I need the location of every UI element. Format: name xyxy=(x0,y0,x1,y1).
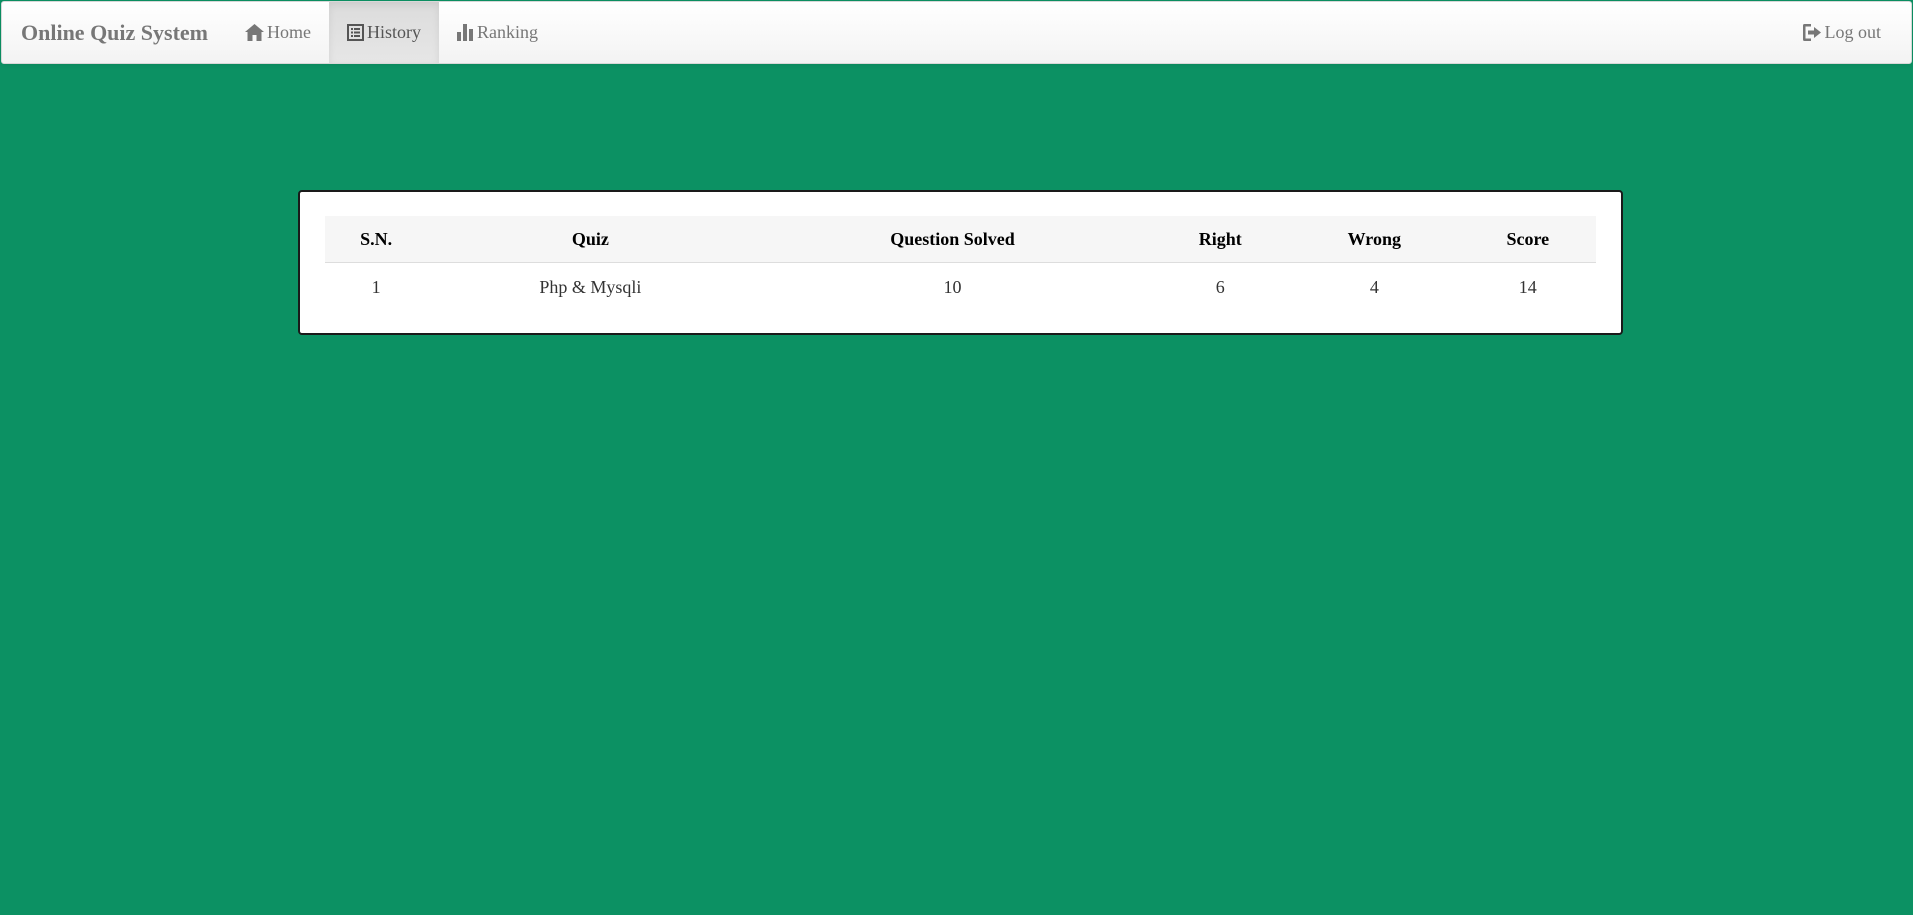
nav-item-home[interactable]: Home xyxy=(227,2,329,63)
nav-menu: Home History Ranking xyxy=(227,2,556,63)
nav-item-history[interactable]: History xyxy=(329,2,440,63)
cell-right: 6 xyxy=(1215,276,1225,297)
list-icon xyxy=(347,24,365,41)
bar-chart-icon xyxy=(457,24,474,41)
logout-button[interactable]: Log out xyxy=(1785,2,1912,63)
history-panel: S.N. Quiz Question Solved Right Wrong Sc… xyxy=(298,190,1623,335)
home-icon xyxy=(245,24,265,41)
cell-sn: 1 xyxy=(371,276,381,297)
header-sn: S.N. xyxy=(325,216,428,263)
cell-question-solved: 10 xyxy=(943,276,962,297)
history-table: S.N. Quiz Question Solved Right Wrong Sc… xyxy=(325,216,1596,311)
logout-icon xyxy=(1802,24,1821,41)
header-right: Right xyxy=(1151,216,1290,263)
logout-label: Log out xyxy=(1824,22,1882,42)
nav-item-home-label: Home xyxy=(267,22,312,42)
nav-item-ranking[interactable]: Ranking xyxy=(439,2,556,63)
cell-score: 14 xyxy=(1518,276,1537,297)
nav-right: Log out xyxy=(1785,2,1912,63)
nav-item-ranking-label: Ranking xyxy=(477,22,539,42)
header-wrong: Wrong xyxy=(1289,216,1460,263)
table-row: 1 Php & Mysqli 10 6 4 14 xyxy=(325,263,1596,312)
nav-item-history-label: History xyxy=(367,22,422,42)
header-quiz: Quiz xyxy=(427,216,754,263)
cell-wrong: 4 xyxy=(1369,276,1379,297)
cell-quiz: Php & Mysqli xyxy=(539,276,642,297)
table-header-row: S.N. Quiz Question Solved Right Wrong Sc… xyxy=(325,216,1596,263)
top-navbar: Online Quiz System Home History Ranking … xyxy=(1,1,1912,64)
header-question-solved: Question Solved xyxy=(753,216,1152,263)
brand-title[interactable]: Online Quiz System xyxy=(2,2,227,63)
header-score: Score xyxy=(1459,216,1596,263)
